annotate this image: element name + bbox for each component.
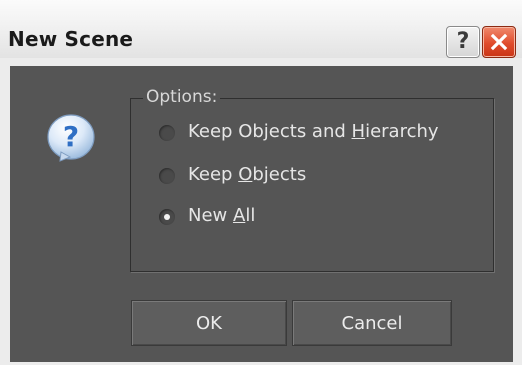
question-glyph: ? <box>63 120 79 153</box>
title-bar[interactable]: New Scene ? <box>0 0 522 58</box>
help-icon: ? <box>456 29 470 54</box>
window-title: New Scene <box>8 27 134 51</box>
options-group-label: Options: <box>143 87 221 107</box>
ok-button[interactable]: OK <box>131 300 287 346</box>
radio-button[interactable] <box>159 209 175 225</box>
radio-label: Keep Objects and Hierarchy <box>188 121 439 142</box>
radio-selected-dot <box>164 214 170 220</box>
options-group: Options: Keep Objects and Hierarchy Keep… <box>130 87 494 272</box>
close-icon <box>490 33 508 51</box>
new-scene-dialog: New Scene ? ? Options: Keep Objects and … <box>0 0 522 365</box>
radio-button[interactable] <box>159 125 175 141</box>
question-icon: ? <box>47 114 95 162</box>
cancel-button[interactable]: Cancel <box>292 300 452 346</box>
radio-label: Keep Objects <box>188 164 307 185</box>
radio-label: New All <box>188 205 256 226</box>
dialog-body: ? Options: Keep Objects and Hierarchy Ke… <box>10 66 513 362</box>
help-button[interactable]: ? <box>446 26 480 58</box>
close-button[interactable] <box>482 26 516 58</box>
radio-button[interactable] <box>159 168 175 184</box>
